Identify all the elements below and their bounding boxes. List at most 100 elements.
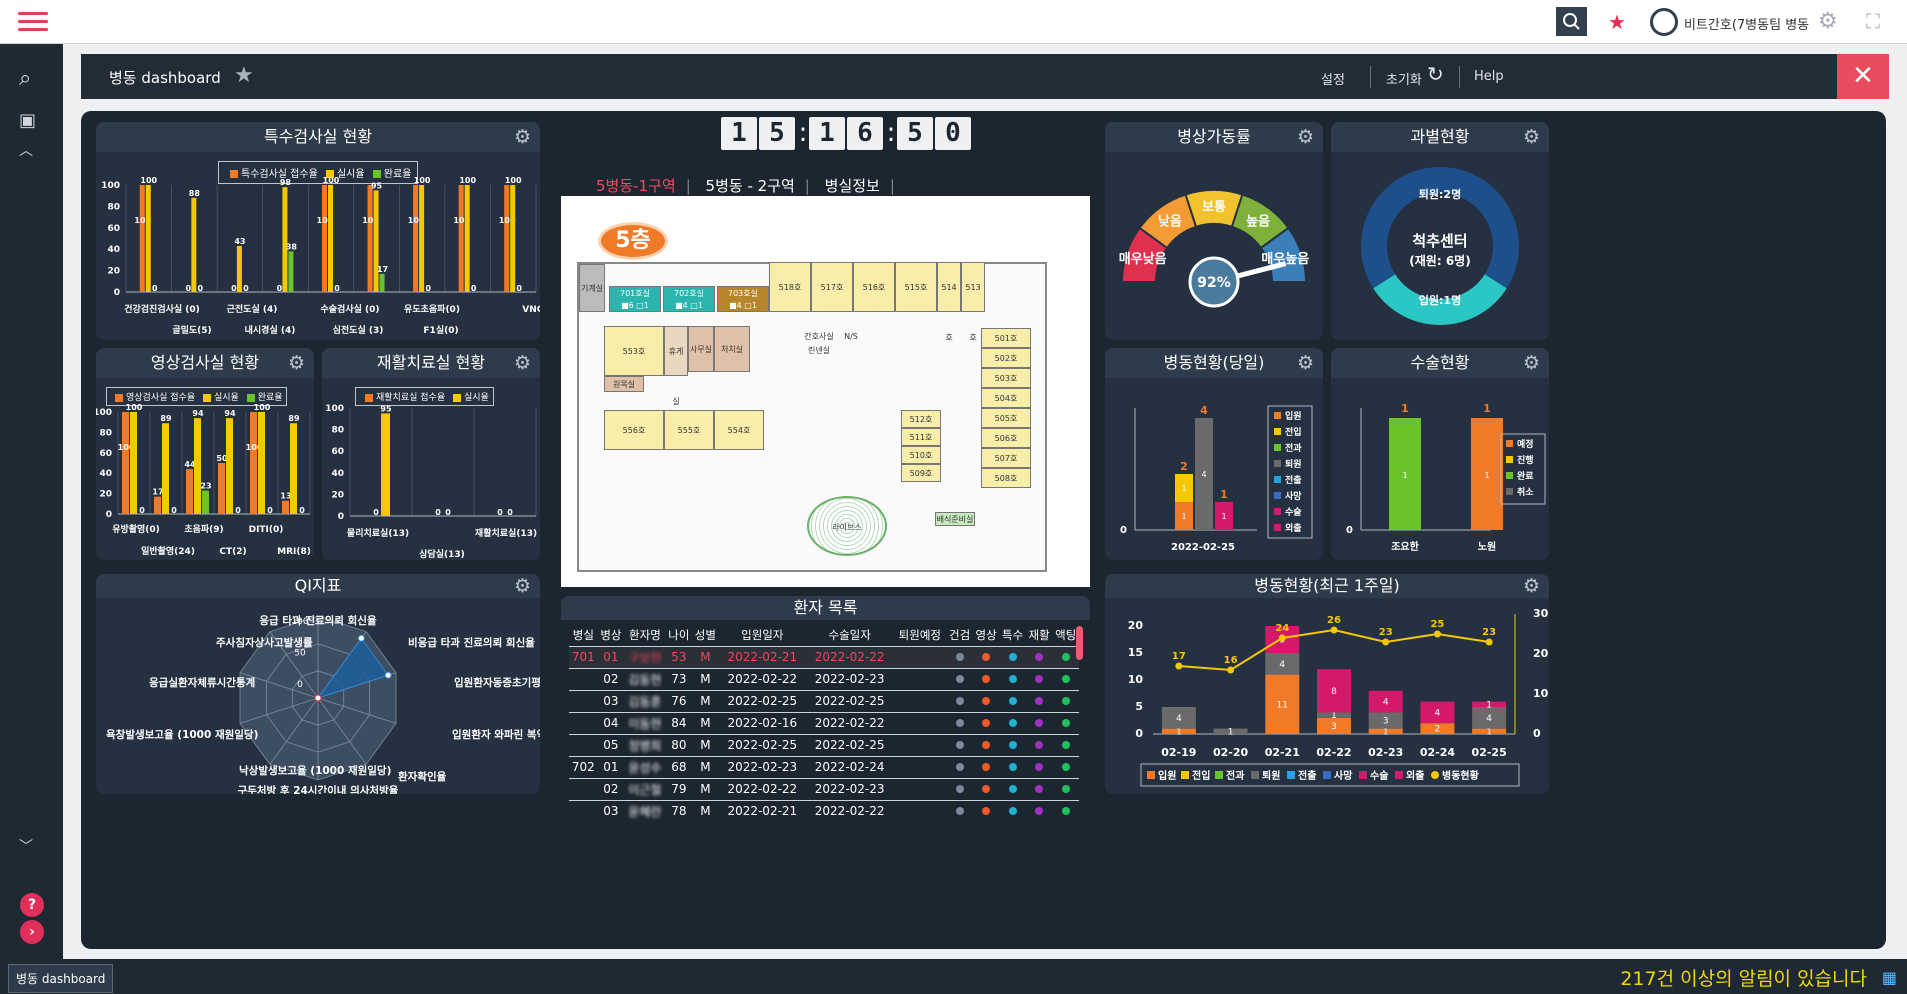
table-header-cell[interactable]: 특수 <box>999 624 1026 646</box>
status-dot-cell[interactable] <box>1052 711 1079 734</box>
status-dot-cell[interactable] <box>1025 645 1053 668</box>
table-row[interactable]: 03 윤혜란 78 M 2022-02-21 2022-02-22 <box>569 799 1079 822</box>
patient-card-icon[interactable]: ▣ <box>19 110 36 131</box>
room-554[interactable]: 554호 <box>714 410 764 450</box>
status-dot-cell[interactable] <box>972 711 1000 734</box>
status-dot-cell[interactable] <box>999 733 1026 756</box>
status-dot-cell[interactable] <box>972 799 1000 822</box>
status-dot-cell[interactable] <box>1025 711 1053 734</box>
status-dot-cell[interactable] <box>972 689 1000 712</box>
room-cell[interactable]: 517호 <box>811 262 853 312</box>
status-dot-cell[interactable] <box>1025 799 1053 822</box>
table-header-cell[interactable]: 재활 <box>1026 624 1053 646</box>
room-cell[interactable]: 502호 <box>981 348 1031 368</box>
alert-message[interactable]: 217건 이상의 알림이 있습니다 <box>1620 964 1867 991</box>
room-cell[interactable]: 510호 <box>901 446 941 464</box>
room-cell[interactable]: 508호 <box>981 468 1031 488</box>
table-header-cell[interactable]: 영상 <box>973 624 1000 646</box>
room-cell[interactable]: 506호 <box>981 428 1031 448</box>
bookmark-star-icon[interactable]: ★ <box>234 63 254 88</box>
room-cell[interactable]: 512호 <box>901 410 941 428</box>
status-dot-cell[interactable] <box>946 645 973 668</box>
room-cell[interactable]: 514호 <box>937 262 961 342</box>
status-dot-cell[interactable] <box>946 711 973 734</box>
room-cell[interactable]: 511호 <box>901 428 941 446</box>
table-header-cell[interactable]: 퇴원예정 <box>893 624 946 646</box>
table-header-cell[interactable]: 성별 <box>692 624 719 646</box>
status-dot-cell[interactable] <box>1025 733 1053 756</box>
status-dot-cell[interactable] <box>972 733 1000 756</box>
refresh-icon[interactable]: ↻ <box>1427 62 1444 86</box>
reset-link[interactable]: 초기화 <box>1386 69 1422 88</box>
status-dot-cell[interactable] <box>946 667 973 690</box>
status-dot-cell[interactable] <box>972 777 1000 800</box>
status-dot-cell[interactable] <box>1052 733 1079 756</box>
status-dot-cell[interactable] <box>972 645 1000 668</box>
room-cell[interactable]: 504호 <box>981 388 1031 408</box>
table-header-cell[interactable]: 병실 <box>569 624 598 646</box>
status-dot-cell[interactable] <box>946 777 973 800</box>
room-cell[interactable]: 509호 <box>901 464 941 482</box>
table-header-cell[interactable]: 입원일자 <box>719 624 806 646</box>
status-dot-cell[interactable] <box>1025 667 1053 690</box>
room-556[interactable]: 556호 <box>604 410 664 450</box>
room-cell[interactable]: 507호 <box>981 448 1031 468</box>
room-cell[interactable]: 515호 <box>895 262 937 312</box>
table-scrollbar[interactable] <box>1076 626 1083 660</box>
status-dot-cell[interactable] <box>999 755 1026 778</box>
room-cell[interactable]: 518호 <box>769 262 811 312</box>
table-row[interactable]: 02 김동현 73 M 2022-02-22 2022-02-23 <box>569 667 1079 690</box>
table-row[interactable]: 702 01 윤성수 68 M 2022-02-23 2022-02-24 <box>569 755 1079 778</box>
avatar[interactable] <box>1650 8 1678 36</box>
room-cell[interactable]: 505호 <box>981 408 1031 428</box>
search-button[interactable] <box>1556 7 1587 36</box>
status-dot-cell[interactable] <box>1052 689 1079 712</box>
fullscreen-icon[interactable]: ⛶ <box>1866 9 1880 33</box>
status-dot-cell[interactable] <box>999 689 1026 712</box>
tab-room-info[interactable]: 병실정보 <box>825 177 880 195</box>
status-dot-cell[interactable] <box>972 755 1000 778</box>
table-row[interactable]: 04 이동현 84 M 2022-02-16 2022-02-22 <box>569 711 1079 734</box>
table-header-cell[interactable]: 건검 <box>946 624 973 646</box>
table-row[interactable]: 701 01 구보현 53 M 2022-02-21 2022-02-22 <box>569 645 1079 668</box>
close-button[interactable]: ✕ <box>1837 54 1889 99</box>
status-dot-cell[interactable] <box>1025 777 1053 800</box>
gear-icon[interactable]: ⚙ <box>1818 9 1838 34</box>
status-dot-cell[interactable] <box>1052 777 1079 800</box>
taskbar-tab[interactable]: 병동 dashboard <box>8 964 114 993</box>
status-dot-cell[interactable] <box>999 645 1026 668</box>
occupied-room[interactable]: 701호실 ■6 □1 <box>609 286 661 312</box>
favorite-star-icon[interactable]: ★ <box>1608 10 1626 34</box>
search-icon[interactable]: ⌕ <box>19 66 31 91</box>
status-dot-cell[interactable] <box>946 689 973 712</box>
status-dot-cell[interactable] <box>1025 689 1053 712</box>
status-dot-cell[interactable] <box>1052 755 1079 778</box>
chevron-up-icon[interactable]: ︿ <box>19 140 33 160</box>
help-button[interactable]: ? <box>20 893 44 917</box>
status-dot-cell[interactable] <box>946 755 973 778</box>
status-dot-cell[interactable] <box>999 667 1026 690</box>
user-name[interactable]: 비트간호(7병동팀 병동2 <box>1684 14 1810 33</box>
room-cell[interactable]: 516호 <box>853 262 895 312</box>
table-header-cell[interactable]: 액팅 <box>1052 624 1079 646</box>
next-button[interactable]: › <box>20 920 44 944</box>
status-dot-cell[interactable] <box>1052 667 1079 690</box>
status-dot-cell[interactable] <box>999 777 1026 800</box>
chevron-down-icon[interactable]: ﹀ <box>19 836 33 856</box>
tab-ward5-zone2[interactable]: 5병동 - 2구역 <box>706 177 795 195</box>
status-dot-cell[interactable] <box>1052 645 1079 668</box>
status-dot-cell[interactable] <box>999 799 1026 822</box>
room-cell[interactable]: 501호 <box>981 328 1031 348</box>
room-cell[interactable]: 503호 <box>981 368 1031 388</box>
settings-link[interactable]: 설정 <box>1321 69 1345 88</box>
grid-icon[interactable]: ▦ <box>1882 968 1897 987</box>
room-555[interactable]: 555호 <box>664 410 714 450</box>
table-header-cell[interactable]: 나이 <box>666 624 693 646</box>
table-header-cell[interactable]: 수술일자 <box>806 624 893 646</box>
help-link[interactable]: Help <box>1474 69 1504 84</box>
status-dot-cell[interactable] <box>1052 799 1079 822</box>
tab-ward5-zone1[interactable]: 5병동-1구역 <box>596 177 676 195</box>
status-dot-cell[interactable] <box>999 711 1026 734</box>
table-header-cell[interactable]: 병상 <box>598 624 625 646</box>
table-header-cell[interactable]: 환자명 <box>624 624 665 646</box>
